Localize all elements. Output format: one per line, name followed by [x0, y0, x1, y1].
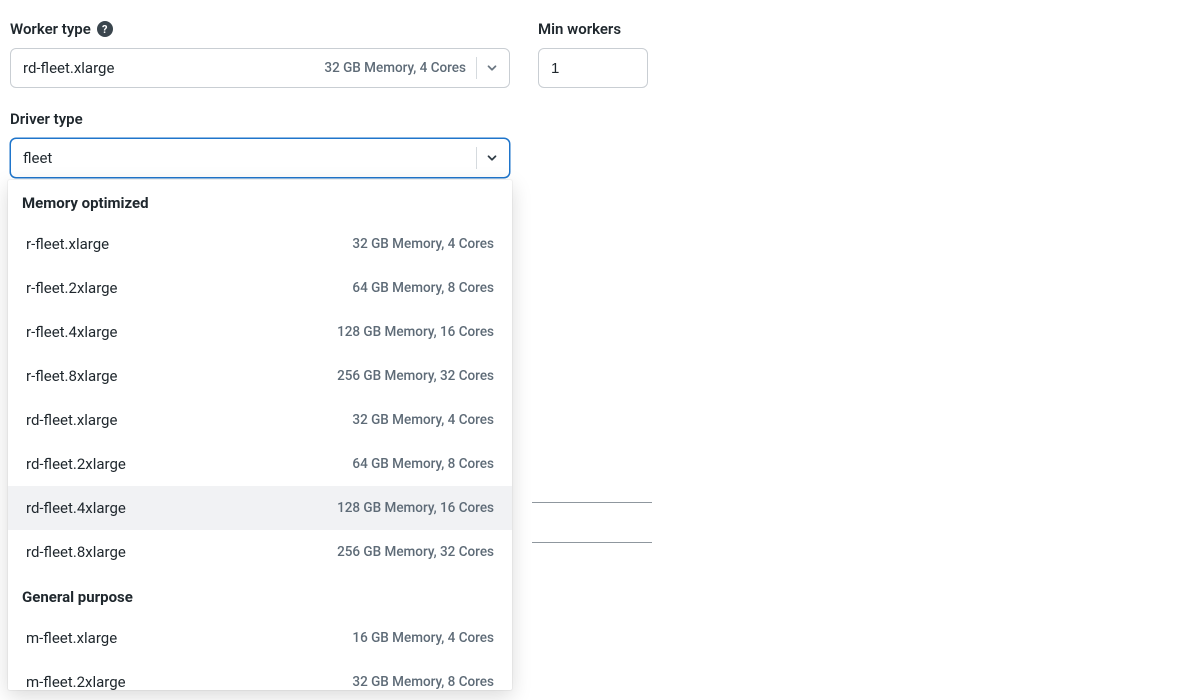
driver-type-dropdown: Memory optimized r-fleet.xlarge 32 GB Memo…	[8, 180, 512, 690]
chevron-down-icon[interactable]	[483, 149, 501, 167]
worker-type-label: Worker type ?	[10, 20, 510, 38]
option-spec: 32 GB Memory, 8 Cores	[352, 674, 494, 690]
option-spec: 32 GB Memory, 4 Cores	[352, 412, 494, 428]
option-name: rd-fleet.4xlarge	[26, 499, 126, 517]
chevron-down-icon[interactable]	[483, 59, 501, 77]
option-spec: 256 GB Memory, 32 Cores	[337, 544, 494, 560]
dropdown-scroll[interactable]: Memory optimized r-fleet.xlarge 32 GB Memo…	[8, 180, 512, 690]
min-workers-label: Min workers	[538, 20, 648, 38]
worker-type-field: Worker type ? rd-fleet.xlarge 32 GB Memo…	[10, 20, 510, 88]
option-spec: 64 GB Memory, 8 Cores	[352, 280, 494, 296]
option-spec: 256 GB Memory, 32 Cores	[337, 368, 494, 384]
worker-type-spec: 32 GB Memory, 4 Cores	[324, 60, 466, 76]
min-workers-input[interactable]	[538, 48, 648, 88]
option-name: r-fleet.4xlarge	[26, 323, 118, 341]
driver-type-label: Driver type	[10, 110, 510, 128]
background-divider	[532, 542, 652, 543]
dropdown-option[interactable]: rd-fleet.2xlarge 64 GB Memory, 8 Cores	[8, 442, 512, 486]
option-name: r-fleet.xlarge	[26, 235, 109, 253]
worker-type-select[interactable]: rd-fleet.xlarge 32 GB Memory, 4 Cores	[10, 48, 510, 88]
option-name: m-fleet.xlarge	[26, 629, 117, 647]
option-name: rd-fleet.8xlarge	[26, 543, 126, 561]
dropdown-option[interactable]: r-fleet.8xlarge 256 GB Memory, 32 Cores	[8, 354, 512, 398]
option-spec: 16 GB Memory, 4 Cores	[352, 630, 494, 646]
option-name: r-fleet.2xlarge	[26, 279, 118, 297]
driver-type-search-value: fleet	[23, 149, 52, 167]
driver-type-field: Driver type fleet Memory optimizedr-flee…	[10, 110, 510, 178]
option-name: m-fleet.2xlarge	[26, 673, 126, 690]
option-spec: 128 GB Memory, 16 Cores	[337, 324, 494, 340]
dropdown-option[interactable]: r-fleet.2xlarge 64 GB Memory, 8 Cores	[8, 266, 512, 310]
dropdown-option[interactable]: rd-fleet.4xlarge 128 GB Memory, 16 Cores	[8, 486, 512, 530]
option-name: rd-fleet.xlarge	[26, 411, 117, 429]
dropdown-group-header: General purpose	[8, 574, 512, 616]
option-spec: 32 GB Memory, 4 Cores	[352, 236, 494, 252]
help-icon[interactable]: ?	[97, 21, 113, 37]
background-divider	[532, 502, 652, 503]
dropdown-option[interactable]: r-fleet.4xlarge 128 GB Memory, 16 Cores	[8, 310, 512, 354]
min-workers-field: Min workers	[538, 20, 648, 88]
dropdown-option[interactable]: m-fleet.xlarge 16 GB Memory, 4 Cores	[8, 616, 512, 660]
dropdown-option[interactable]: m-fleet.2xlarge 32 GB Memory, 8 Cores	[8, 660, 512, 690]
worker-type-label-text: Worker type	[10, 20, 91, 38]
option-spec: 128 GB Memory, 16 Cores	[337, 500, 494, 516]
option-spec: 64 GB Memory, 8 Cores	[352, 456, 494, 472]
dropdown-option[interactable]: rd-fleet.xlarge 32 GB Memory, 4 Cores	[8, 398, 512, 442]
dropdown-option[interactable]: rd-fleet.8xlarge 256 GB Memory, 32 Cores	[8, 530, 512, 574]
dropdown-option[interactable]: r-fleet.xlarge 32 GB Memory, 4 Cores	[8, 222, 512, 266]
worker-type-value: rd-fleet.xlarge	[23, 59, 114, 77]
option-name: r-fleet.8xlarge	[26, 367, 118, 385]
dropdown-group-header: Memory optimized	[8, 180, 512, 222]
option-name: rd-fleet.2xlarge	[26, 455, 126, 473]
driver-type-select[interactable]: fleet	[10, 138, 510, 178]
